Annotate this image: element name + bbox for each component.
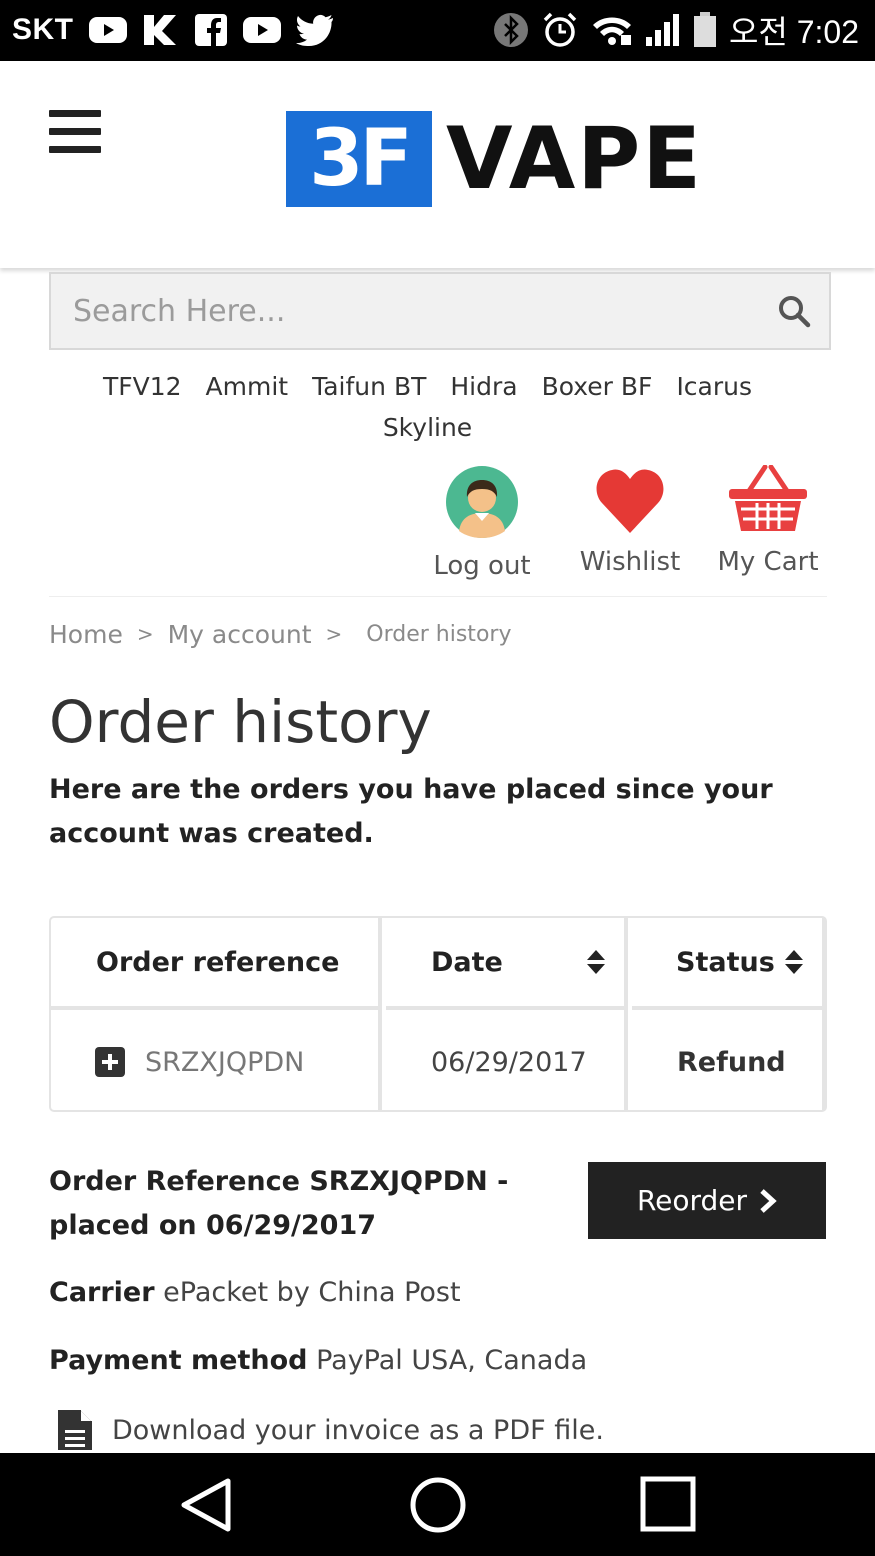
orders-table: Order reference SRZXJQPDN Date 06/29/201… [49,916,827,1112]
header-order-reference: Order reference [51,918,378,1010]
carrier-value: ePacket by China Post [163,1277,461,1308]
sort-icon[interactable] [784,948,804,976]
wifi-icon [591,13,633,47]
table-row: SRZXJQPDN [51,1014,378,1110]
clock-time: 오전 7:02 [728,14,859,50]
brand-link-icarus[interactable]: Icarus [676,366,752,407]
search-icon[interactable] [777,294,811,328]
breadcrumb: Home > My account > Order history [49,614,511,654]
logo-text: VAPE [446,109,704,209]
header-date[interactable]: Date [386,918,624,1010]
back-icon[interactable] [172,1475,242,1535]
page-title: Order history [49,688,432,756]
search-bar [49,272,831,350]
brand-link-tfv12[interactable]: TFV12 [103,366,182,407]
logout-label: Log out [433,551,531,581]
order-detail-heading: Order Reference SRZXJQPDN - placed on 06… [49,1166,509,1241]
wishlist-link[interactable]: Wishlist [578,465,682,577]
brand-link-skyline[interactable]: Skyline [383,407,472,448]
brand-link-hidra[interactable]: Hidra [450,366,517,407]
logo-mark: 3F [286,111,432,207]
user-avatar-icon [446,466,518,538]
bluetooth-icon [493,12,529,48]
page-intro: Here are the orders you have placed sinc… [49,774,773,849]
reorder-button[interactable]: Reorder [588,1162,826,1239]
invoice-download-link[interactable]: Download your invoice as a PDF file. [56,1408,604,1452]
navigation-bar [0,1453,875,1556]
heart-icon [596,469,664,533]
sort-icon[interactable] [586,948,606,976]
column-date: Date 06/29/2017 [386,918,628,1110]
battery-icon [693,12,717,48]
column-reference: Order reference SRZXJQPDN [51,918,382,1110]
site-logo[interactable]: 3F VAPE [286,111,703,207]
notification-app-icon [142,13,180,47]
breadcrumb-home[interactable]: Home [49,620,123,649]
site-header: 3F VAPE [0,61,875,268]
facebook-icon [194,13,228,47]
carrier-label: Carrier [49,1277,155,1308]
brand-link-ammit[interactable]: Ammit [206,366,289,407]
breadcrumb-my-account[interactable]: My account [168,620,312,649]
breadcrumb-separator: > [136,622,154,646]
twitter-icon [295,14,334,46]
chevron-right-icon [760,1188,777,1213]
brand-link-boxer-bf[interactable]: Boxer BF [542,366,653,407]
youtube-icon-2 [242,15,282,45]
column-status: Status Refund [632,918,825,1110]
payment-label: Payment method [49,1345,308,1376]
brand-link-taifun-bt[interactable]: Taifun BT [312,366,426,407]
reorder-label: Reorder [636,1184,748,1217]
document-icon [58,1410,92,1450]
header-date-label: Date [431,946,503,978]
payment-line: Payment method PayPal USA, Canada [49,1345,587,1376]
wishlist-label: Wishlist [579,547,681,577]
youtube-icon [88,15,128,45]
status-bar-left: SKT [12,10,334,50]
payment-value: PayPal USA, Canada [316,1345,588,1376]
carrier-label: SKT [12,13,74,46]
menu-icon[interactable] [49,110,101,154]
breadcrumb-current: Order history [366,621,512,647]
logout-link[interactable]: Log out [430,465,534,581]
brand-nav: TFV12 Ammit Taifun BT Hidra Boxer BF Icarus Sk… [60,366,795,448]
status-bar: SKT 오전 7:02 [0,0,875,61]
expand-plus-icon[interactable] [95,1047,125,1077]
order-date-cell: 06/29/2017 [431,1046,587,1078]
divider [49,596,827,597]
carrier-line: Carrier ePacket by China Post [49,1277,461,1308]
header-status-label: Status [676,946,775,978]
signal-icon [645,13,681,47]
cart-link[interactable]: My Cart [716,464,820,577]
invoice-text: Download your invoice as a PDF file. [112,1414,604,1446]
status-bar-right: 오전 7:02 [493,10,859,50]
basket-icon [729,464,807,531]
cart-label: My Cart [717,547,819,577]
order-reference-cell[interactable]: SRZXJQPDN [145,1047,304,1078]
breadcrumb-separator: > [325,622,343,646]
home-icon[interactable] [403,1475,473,1535]
order-status-cell: Refund [677,1046,786,1078]
search-input[interactable] [51,274,751,348]
alarm-icon [541,11,579,49]
header-status[interactable]: Status [632,918,822,1010]
recent-apps-icon[interactable] [633,1475,703,1535]
